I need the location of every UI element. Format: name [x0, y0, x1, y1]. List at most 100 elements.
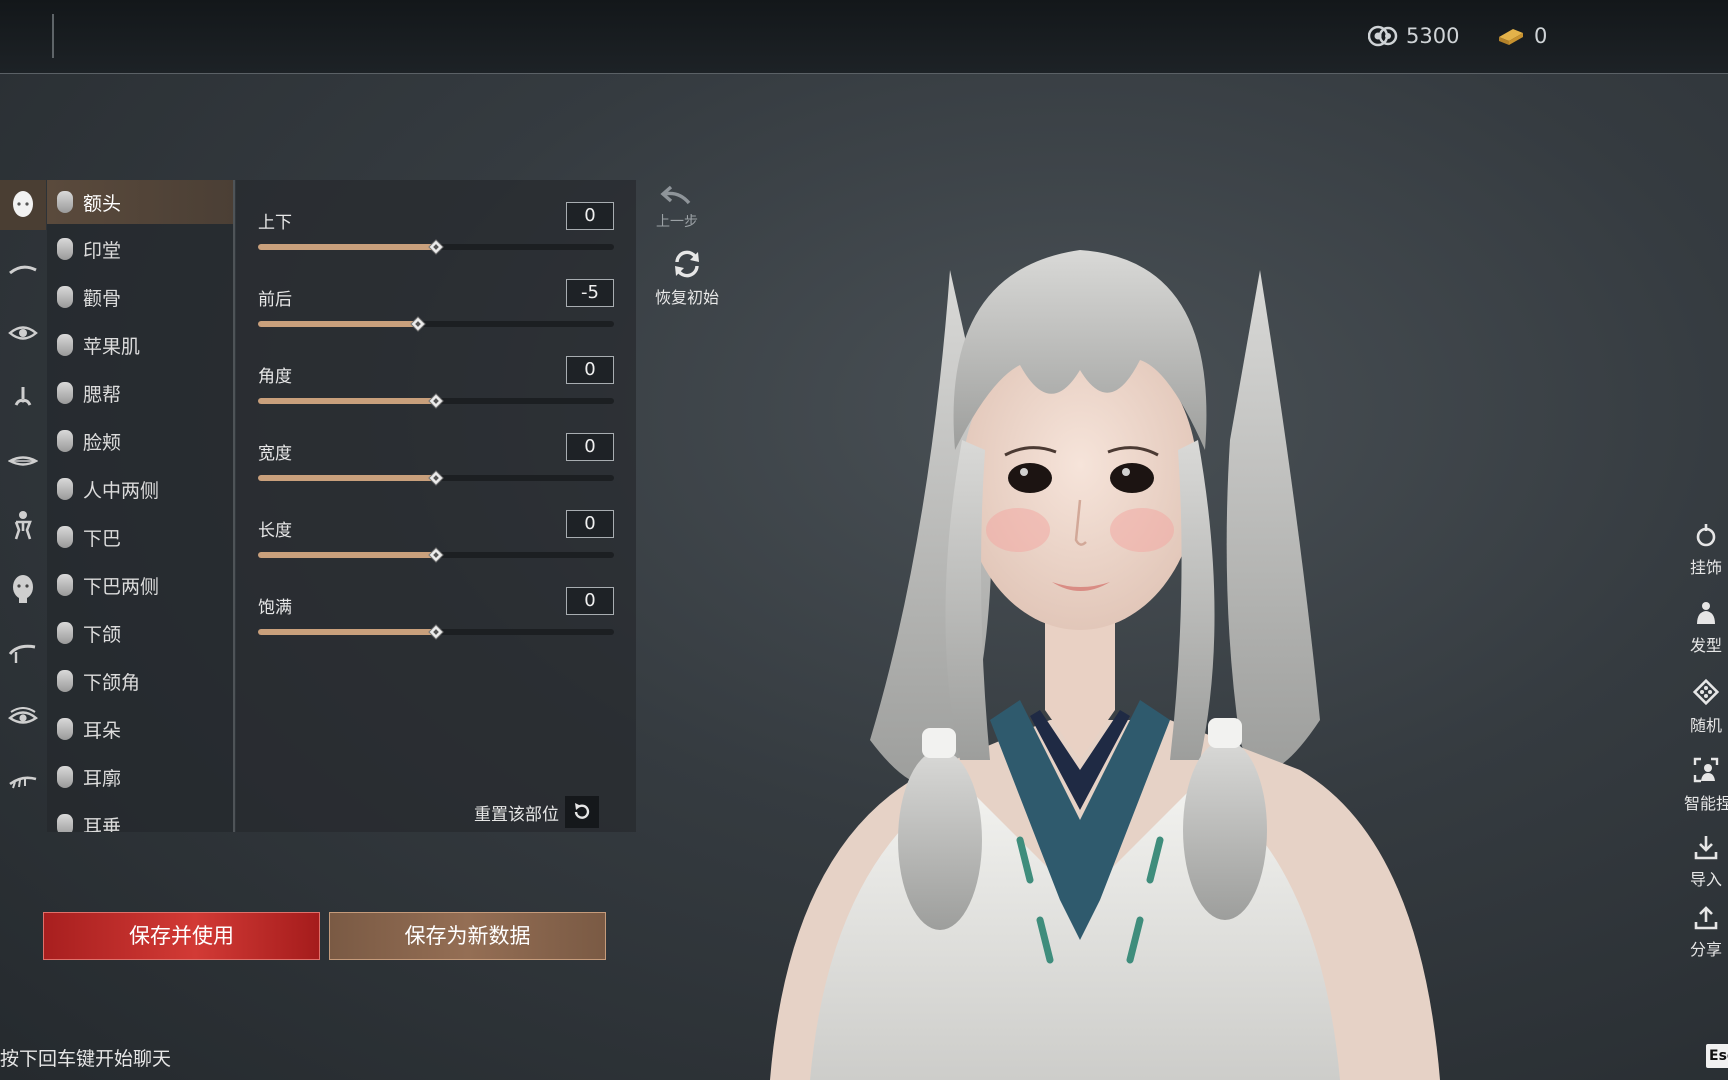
part-item-jaw-angle[interactable]: 下颌角	[47, 659, 233, 703]
slider-fill	[258, 398, 436, 404]
slider-knob[interactable]	[428, 393, 444, 409]
part-item-apple-cheek[interactable]: 苹果肌	[47, 323, 233, 367]
face-icon	[13, 191, 33, 217]
part-item-label: 苹果肌	[83, 335, 141, 358]
eye-icon	[8, 326, 38, 340]
part-item-chin[interactable]: 下巴	[47, 515, 233, 559]
slider-value-input[interactable]: 0	[566, 356, 614, 384]
slider-knob[interactable]	[428, 239, 444, 255]
part-item-jowl[interactable]: 腮帮	[47, 371, 233, 415]
slider-label: 上下	[258, 213, 292, 233]
category-eye-makeup[interactable]	[0, 692, 46, 742]
category-mouth[interactable]	[0, 436, 46, 486]
tool-label: 导入	[1689, 870, 1722, 889]
random-dice-icon	[1692, 678, 1720, 706]
face-part-icon	[57, 574, 73, 596]
slider-knob[interactable]	[410, 316, 426, 332]
face-part-icon	[57, 382, 73, 404]
category-strip	[0, 180, 46, 830]
reset-part-button[interactable]: 重置该部位	[474, 796, 599, 828]
part-item-cheek[interactable]: 脸颊	[47, 419, 233, 463]
category-face[interactable]	[0, 180, 46, 230]
part-item-ear[interactable]: 耳朵	[47, 707, 233, 751]
slider-value-input[interactable]: 0	[566, 510, 614, 538]
slider-knob[interactable]	[428, 547, 444, 563]
part-item-glabella[interactable]: 印堂	[47, 227, 233, 271]
slider-track[interactable]	[258, 239, 614, 255]
undo-button[interactable]: 上一步	[650, 183, 704, 231]
slider-value-input[interactable]: 0	[566, 587, 614, 615]
slider-track[interactable]	[258, 547, 614, 563]
category-nose[interactable]	[0, 372, 46, 422]
esc-key-button[interactable]: Esc	[1706, 1044, 1728, 1068]
undo-label: 上一步	[656, 214, 698, 230]
category-head-profile[interactable]	[0, 564, 46, 614]
slider-track[interactable]	[258, 393, 614, 409]
lash-icon	[9, 776, 37, 789]
slider-label: 宽度	[258, 444, 292, 464]
smart-capture-button[interactable]: 智能捏	[1684, 756, 1728, 814]
ear-icon	[57, 766, 73, 788]
slider-depth: 前后 -5	[258, 265, 614, 335]
slider-track[interactable]	[258, 316, 614, 332]
slider-track[interactable]	[258, 470, 614, 486]
eye-makeup-icon	[8, 707, 38, 724]
reset-part-label: 重置该部位	[474, 804, 559, 825]
part-item-label: 耳垂	[83, 815, 122, 833]
category-eyebrow[interactable]	[0, 244, 46, 294]
slider-track[interactable]	[258, 624, 614, 640]
slider-knob[interactable]	[428, 624, 444, 640]
eyebrow-icon	[9, 265, 37, 275]
slider-label: 长度	[258, 521, 292, 541]
part-item-label: 下巴	[83, 527, 122, 550]
share-button[interactable]: 分享	[1684, 904, 1728, 960]
slider-fill	[258, 244, 436, 250]
part-item-label: 下颌	[83, 623, 122, 646]
save-and-use-button[interactable]: 保存并使用	[43, 912, 320, 960]
category-eye[interactable]	[0, 308, 46, 358]
tool-label: 随机	[1689, 716, 1722, 735]
accessory-button[interactable]: 挂饰	[1684, 522, 1728, 578]
part-item-cheekbone[interactable]: 颧骨	[47, 275, 233, 319]
undo-arrow-icon	[660, 185, 691, 205]
part-item-chin-sides[interactable]: 下巴两侧	[47, 563, 233, 607]
tool-label: 智能捏	[1684, 794, 1728, 813]
part-item-philtrum-sides[interactable]: 人中两侧	[47, 467, 233, 511]
part-item-earlobe[interactable]: 耳垂	[47, 803, 233, 832]
face-part-icon	[57, 286, 73, 308]
category-body[interactable]	[0, 500, 46, 550]
tool-label: 挂饰	[1689, 558, 1722, 577]
slider-fill	[258, 321, 419, 327]
currency-gold: 0	[1496, 24, 1547, 48]
nose-icon	[14, 387, 32, 406]
part-item-auricle[interactable]: 耳廓	[47, 755, 233, 799]
face-part-icon	[57, 238, 73, 260]
ear-icon	[57, 814, 73, 832]
face-part-icon	[57, 622, 73, 644]
part-item-label: 下颌角	[83, 671, 141, 694]
part-item-label: 人中两侧	[83, 479, 160, 502]
slider-fullness: 饱满 0	[258, 573, 614, 643]
part-item-label: 耳廓	[83, 767, 122, 790]
save-as-new-button[interactable]: 保存为新数据	[329, 912, 606, 960]
category-lash[interactable]	[0, 756, 46, 806]
part-item-forehead[interactable]: 额头	[47, 180, 233, 224]
part-item-label: 耳朵	[83, 719, 122, 742]
slider-width: 宽度 0	[258, 419, 614, 489]
random-button[interactable]: 随机	[1684, 678, 1728, 736]
import-button[interactable]: 导入	[1684, 834, 1728, 890]
currency-gold-value: 0	[1534, 24, 1548, 48]
slider-value-input[interactable]: 0	[566, 433, 614, 461]
slider-label: 前后	[258, 290, 292, 310]
face-part-icon	[57, 478, 73, 500]
accessory-icon	[1696, 524, 1716, 547]
part-item-jaw[interactable]: 下颌	[47, 611, 233, 655]
category-brush[interactable]	[0, 628, 46, 678]
slider-knob[interactable]	[428, 470, 444, 486]
face-part-icon	[57, 670, 73, 692]
slider-value-input[interactable]: -5	[566, 279, 614, 307]
face-part-icon	[57, 526, 73, 548]
part-list: 额头 印堂 颧骨 苹果肌 腮帮 脸颊 人中两侧 下巴 下巴两侧 下颌 下颌角 耳…	[47, 180, 233, 832]
slider-value-input[interactable]: 0	[566, 202, 614, 230]
hairstyle-button[interactable]: 发型	[1684, 600, 1728, 656]
